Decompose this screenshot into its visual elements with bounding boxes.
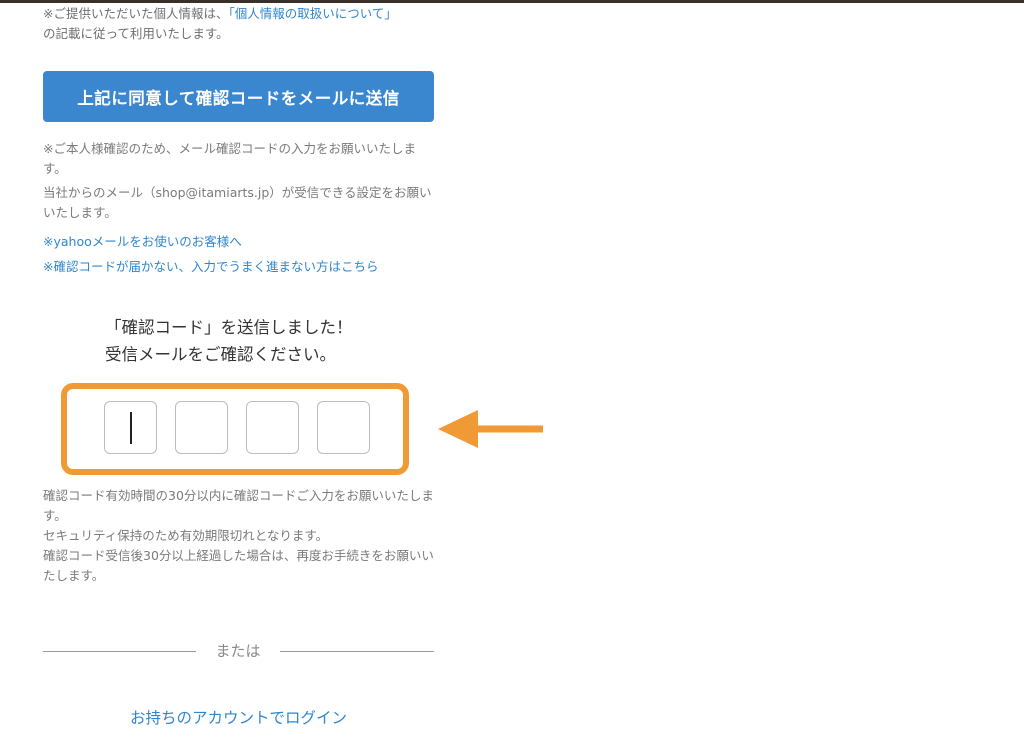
privacy-note: ※ご提供いただいた個人情報は、「個人情報の取扱いについて」 の記載に従って利用い… xyxy=(43,4,435,44)
code-digit-4[interactable] xyxy=(317,401,370,454)
identity-note: ※ご本人様確認のため、メール確認コードの入力をお願いいたします。 xyxy=(43,141,416,176)
privacy-prefix: ※ご提供いただいた個人情報は、 xyxy=(43,6,229,21)
sent-message-line1: 「確認コード」を送信しました！ xyxy=(105,318,353,337)
top-bar xyxy=(0,0,1024,3)
expiry-line2: セキュリティ保持のため有効期限切れとなります。 xyxy=(43,528,329,543)
code-digit-2[interactable] xyxy=(175,401,228,454)
code-trouble-link[interactable]: ※確認コードが届かない、入力でうまく進まない方はこちら xyxy=(43,257,435,277)
code-digit-3[interactable] xyxy=(246,401,299,454)
privacy-policy-link[interactable]: 「個人情報の取扱いについて」 xyxy=(228,6,396,21)
expiry-line3: 確認コード受信後30分以上経過した場合は、再度お手続きをお願いいたします。 xyxy=(43,548,434,583)
account-login-link[interactable]: お持ちのアカウントでログイン xyxy=(43,707,434,729)
expiry-notes: 確認コード有効時間の30分以内に確認コードご入力をお願いいたします。 セキュリテ… xyxy=(43,486,435,586)
verification-notes: ※ご本人様確認のため、メール確認コードの入力をお願いいたします。 当社からのメー… xyxy=(43,139,435,227)
privacy-suffix: の記載に従って利用いたします。 xyxy=(43,26,229,41)
divider-left xyxy=(43,651,196,652)
help-links: ※yahooメールをお使いのお客様へ ※確認コードが届かない、入力でうまく進まな… xyxy=(43,232,435,282)
expiry-line1: 確認コード有効時間の30分以内に確認コードご入力をお願いいたします。 xyxy=(43,488,434,523)
sent-message: 「確認コード」を送信しました！ 受信メールをご確認ください。 xyxy=(105,314,405,368)
mail-setting-note: 当社からのメール（shop@itamiarts.jp）が受信できる設定をお願いい… xyxy=(43,185,432,220)
or-label: または xyxy=(215,642,261,660)
send-code-button[interactable]: 上記に同意して確認コードをメールに送信 xyxy=(43,71,434,122)
sent-message-line2: 受信メールをご確認ください。 xyxy=(105,345,336,364)
text-cursor xyxy=(130,412,132,444)
left-arrow-icon xyxy=(438,410,543,448)
yahoo-mail-link[interactable]: ※yahooメールをお使いのお客様へ xyxy=(43,232,435,252)
code-digit-1[interactable] xyxy=(104,401,157,454)
divider-right xyxy=(280,651,434,652)
